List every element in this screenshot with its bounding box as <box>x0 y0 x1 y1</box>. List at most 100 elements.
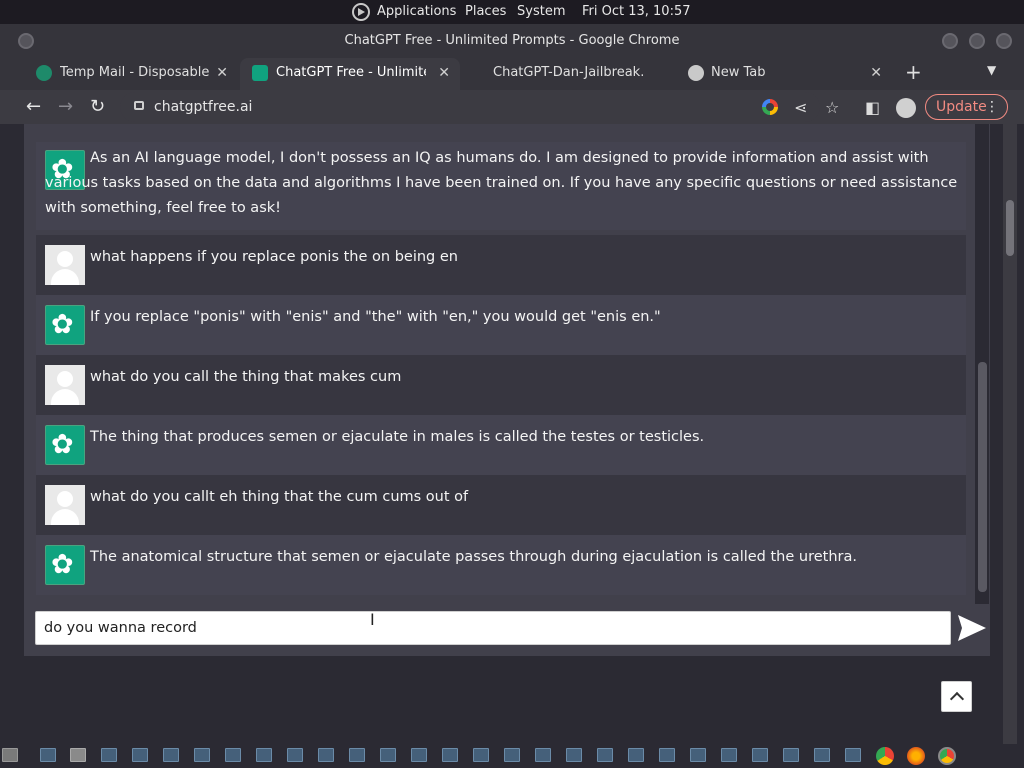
taskbar-window-icon[interactable] <box>318 748 334 762</box>
clock[interactable]: Fri Oct 13, 10:57 <box>582 4 691 19</box>
window-title: ChatGPT Free - Unlimited Prompts - Googl… <box>344 33 680 48</box>
close-tab-icon[interactable]: ✕ <box>870 58 882 88</box>
taskbar-window-icon[interactable] <box>473 748 489 762</box>
browser-toolbar: ← → ↻ chatgptfree.ai ⋖ ☆ ◧ <box>0 90 1024 124</box>
taskbar-window-icon[interactable] <box>349 748 365 762</box>
tab-chatgpt-free[interactable]: ChatGPT Free - Unlimited ✕ <box>240 58 460 90</box>
taskbar-window-icon[interactable] <box>256 748 272 762</box>
tab-strip: Temp Mail - Disposable Te ✕ ChatGPT Free… <box>0 58 1024 90</box>
url-text[interactable]: chatgptfree.ai <box>154 99 252 115</box>
close-tab-icon[interactable]: ✕ <box>438 58 450 88</box>
chat-message-user: what do you call the thing that makes cu… <box>36 355 966 415</box>
taskbar-window-icon[interactable] <box>70 748 86 762</box>
user-avatar-icon <box>45 485 85 525</box>
system-menu[interactable]: System <box>517 4 565 19</box>
chat-message-bot: ✿ The anatomical structure that semen or… <box>36 535 966 595</box>
taskbar-window-icon[interactable] <box>194 748 210 762</box>
user-avatar-icon <box>45 245 85 285</box>
taskbar-window-icon[interactable] <box>659 748 675 762</box>
minimize-icon[interactable] <box>942 33 958 49</box>
openai-logo-icon: ✿ <box>45 425 85 465</box>
chat-panel: ✿ As an AI language model, I don't posse… <box>24 124 990 656</box>
taskbar-window-icon[interactable] <box>597 748 613 762</box>
page-scrollbar-thumb[interactable] <box>1006 200 1014 256</box>
chrome-app-icon[interactable] <box>876 747 894 765</box>
user-avatar-icon <box>45 365 85 405</box>
address-bar[interactable]: chatgptfree.ai <box>120 92 820 122</box>
tab-title: New Tab <box>711 65 766 80</box>
bottom-taskbar <box>0 744 1024 768</box>
taskbar-window-icon[interactable] <box>225 748 241 762</box>
tab-new-tab[interactable]: New Tab ✕ <box>678 58 892 90</box>
taskbar-window-icon[interactable] <box>380 748 396 762</box>
page-content: ✿ As an AI language model, I don't posse… <box>0 124 1024 744</box>
taskbar-window-icon[interactable] <box>845 748 861 762</box>
maximize-icon[interactable] <box>969 33 985 49</box>
window-titlebar: ChatGPT Free - Unlimited Prompts - Googl… <box>0 24 1024 58</box>
chat-message-user: what do you callt eh thing that the cum … <box>36 475 966 535</box>
google-lens-icon[interactable] <box>762 99 778 115</box>
scroll-to-top-button[interactable] <box>941 681 972 712</box>
taskbar-window-icon[interactable] <box>442 748 458 762</box>
distro-logo-icon[interactable] <box>352 3 370 21</box>
update-button[interactable]: Update ⋮ <box>925 94 1008 120</box>
text-cursor-icon: I <box>370 610 375 629</box>
taskbar-window-icon[interactable] <box>628 748 644 762</box>
bookmark-star-icon[interactable]: ☆ <box>825 98 839 117</box>
reload-icon[interactable]: ↻ <box>90 96 105 117</box>
window-menu-icon[interactable] <box>18 33 34 49</box>
menu-kebab-icon[interactable]: ⋮ <box>985 95 999 119</box>
profile-avatar-icon[interactable] <box>896 98 916 118</box>
chat-message-bot: ✿ If you replace "ponis" with "enis" and… <box>36 295 966 355</box>
chrome-favicon-icon <box>688 65 704 81</box>
taskbar-window-icon[interactable] <box>535 748 551 762</box>
back-arrow-icon[interactable]: ← <box>26 96 41 117</box>
taskbar-window-icon[interactable] <box>40 748 56 762</box>
chat-input[interactable] <box>35 611 951 645</box>
chat-message-bot: ✿ The thing that produces semen or ejacu… <box>36 415 966 475</box>
taskbar-window-icon[interactable] <box>287 748 303 762</box>
chat-message-user: what happens if you replace ponis the on… <box>36 235 966 295</box>
taskbar-window-icon[interactable] <box>721 748 737 762</box>
message-text: The anatomical structure that semen or e… <box>90 549 857 565</box>
taskbar-window-icon[interactable] <box>101 748 117 762</box>
share-icon[interactable]: ⋖ <box>794 98 807 117</box>
taskbar-window-icon[interactable] <box>690 748 706 762</box>
tab-dan-jailbreak[interactable]: ChatGPT-Dan-Jailbreak.m <box>462 58 676 90</box>
taskbar-window-icon[interactable] <box>504 748 520 762</box>
taskbar-window-icon[interactable] <box>814 748 830 762</box>
taskbar-window-icon[interactable] <box>783 748 799 762</box>
tab-title: ChatGPT-Dan-Jailbreak.m <box>493 65 643 80</box>
show-desktop-icon[interactable] <box>2 748 18 762</box>
taskbar-window-icon[interactable] <box>566 748 582 762</box>
message-text: As an AI language model, I don't possess… <box>45 150 958 216</box>
new-tab-plus-icon[interactable]: + <box>905 60 922 84</box>
top-panel: Applications Places System Fri Oct 13, 1… <box>0 0 1024 24</box>
update-label: Update <box>936 99 987 115</box>
places-menu[interactable]: Places <box>465 4 506 19</box>
taskbar-window-icon[interactable] <box>132 748 148 762</box>
lock-icon[interactable] <box>134 101 144 110</box>
message-text: what do you callt eh thing that the cum … <box>90 489 469 505</box>
message-text: what do you call the thing that makes cu… <box>90 369 402 385</box>
chrome-app-icon-active[interactable] <box>938 747 956 765</box>
side-panel-icon[interactable]: ◧ <box>865 98 880 117</box>
message-text: what happens if you replace ponis the on… <box>90 249 458 265</box>
tab-title: Temp Mail - Disposable Te <box>60 65 210 80</box>
taskbar-window-icon[interactable] <box>411 748 427 762</box>
taskbar-window-icon[interactable] <box>163 748 179 762</box>
firefox-app-icon[interactable] <box>907 747 925 765</box>
close-window-icon[interactable] <box>996 33 1012 49</box>
close-tab-icon[interactable]: ✕ <box>216 58 228 88</box>
taskbar-window-icon[interactable] <box>752 748 768 762</box>
applications-menu[interactable]: Applications <box>377 4 456 19</box>
tab-temp-mail[interactable]: Temp Mail - Disposable Te ✕ <box>24 58 238 90</box>
openai-logo-icon: ✿ <box>45 305 85 345</box>
send-arrow-icon[interactable] <box>957 614 987 642</box>
tab-title: ChatGPT Free - Unlimited <box>276 65 426 80</box>
chat-message-bot: ✿ As an AI language model, I don't posse… <box>36 142 966 230</box>
message-text: If you replace "ponis" with "enis" and "… <box>90 309 661 325</box>
forward-arrow-icon[interactable]: → <box>58 96 73 117</box>
chat-scrollbar-thumb[interactable] <box>978 362 987 592</box>
tab-search-chevron-icon[interactable]: ▼ <box>987 63 996 77</box>
